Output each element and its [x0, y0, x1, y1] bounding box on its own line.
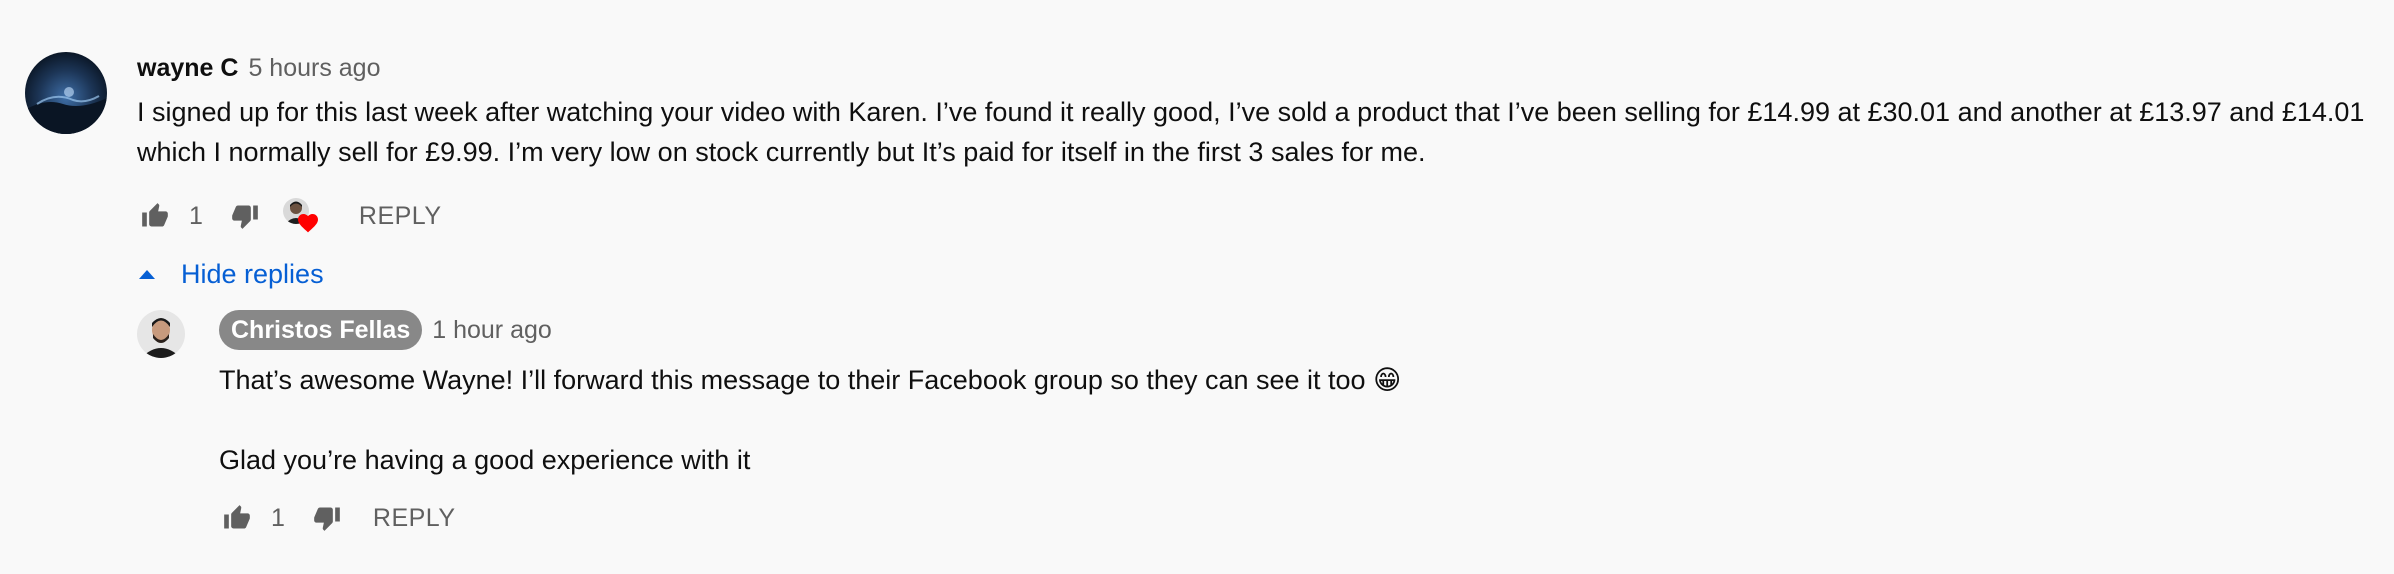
- replies-list: Christos Fellas 1 hour ago That’s awesom…: [137, 310, 2365, 544]
- reply-like-count: 1: [271, 503, 285, 532]
- thumbs-up-icon: [224, 505, 250, 529]
- creator-author-badge[interactable]: Christos Fellas: [219, 310, 423, 350]
- comment-text: I signed up for this last week after wat…: [137, 97, 2372, 167]
- reply-author-avatar[interactable]: [137, 310, 185, 358]
- heart-icon: [297, 214, 318, 233]
- hide-replies-button[interactable]: Hide replies: [137, 252, 2365, 296]
- reply-timestamp[interactable]: 1 hour ago: [432, 316, 552, 345]
- comment-thread: wayne C 5 hours ago I signed up for this…: [25, 48, 2365, 544]
- reply-action-bar: 1 REPLY: [219, 492, 2365, 544]
- commenter-avatar[interactable]: [25, 52, 107, 134]
- caret-up-icon: [139, 270, 155, 279]
- dislike-button[interactable]: [227, 198, 263, 234]
- reply-text-line-1: That’s awesome Wayne! I’ll forward this …: [219, 365, 1402, 395]
- like-count: 1: [189, 201, 203, 230]
- comment-action-bar: 1 REPLY: [137, 190, 2365, 242]
- reply-reply-button[interactable]: REPLY: [373, 504, 456, 533]
- comment-header: wayne C 5 hours ago: [137, 48, 2365, 88]
- thumbs-down-icon: [232, 205, 258, 229]
- comment: wayne C 5 hours ago I signed up for this…: [25, 48, 2365, 242]
- hide-replies-label: Hide replies: [181, 258, 324, 289]
- reply-like-button[interactable]: [219, 500, 255, 536]
- comment-timestamp[interactable]: 5 hours ago: [248, 54, 380, 83]
- reply-text-line-2: Glad you’re having a good experience wit…: [219, 445, 751, 475]
- user-avatar-icon: [25, 52, 107, 134]
- comment-author[interactable]: wayne C: [137, 54, 238, 83]
- reply-button[interactable]: REPLY: [359, 202, 442, 231]
- creator-heart-badge: [279, 194, 323, 238]
- like-button[interactable]: [137, 198, 173, 234]
- reply-header: Christos Fellas 1 hour ago: [219, 310, 2365, 350]
- thumbs-down-icon: [314, 507, 340, 531]
- reply-body: Christos Fellas 1 hour ago That’s awesom…: [219, 310, 2365, 544]
- reply-dislike-button[interactable]: [309, 500, 345, 536]
- creator-avatar-icon: [137, 310, 185, 358]
- thumbs-up-icon: [142, 203, 168, 227]
- reply-comment: Christos Fellas 1 hour ago That’s awesom…: [137, 310, 2365, 544]
- comment-body: wayne C 5 hours ago I signed up for this…: [137, 48, 2365, 242]
